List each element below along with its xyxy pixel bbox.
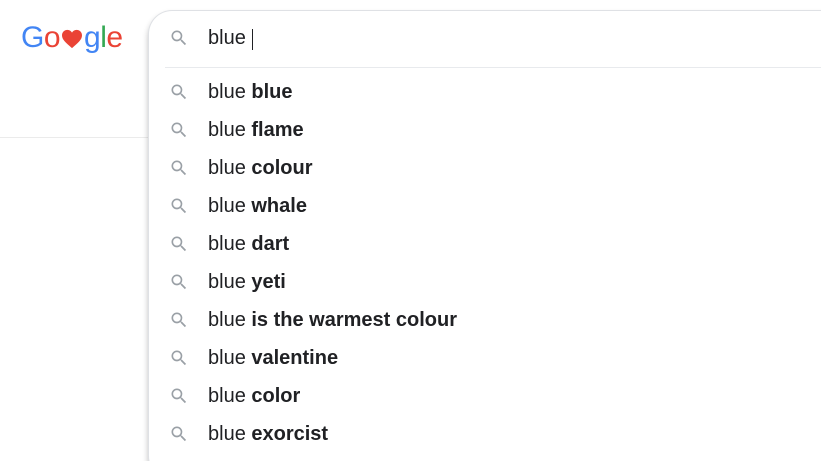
suggestion-prefix: blue: [208, 309, 246, 331]
suggestion-completion: valentine: [251, 347, 339, 369]
suggestion-item[interactable]: blue exorcist: [149, 415, 821, 453]
logo-letter-e: e: [106, 21, 123, 54]
search-icon: [169, 348, 189, 368]
suggestion-text: blue yeti: [208, 263, 286, 301]
header-divider: [0, 137, 150, 138]
suggestion-completion: yeti: [251, 271, 286, 293]
search-icon: [169, 120, 189, 140]
suggestion-completion: exorcist: [251, 423, 329, 445]
suggestion-completion: is the warmest colour: [251, 309, 457, 331]
suggestion-prefix: blue: [208, 81, 246, 103]
search-icon: [169, 82, 189, 102]
suggestion-prefix: blue: [208, 423, 246, 445]
suggestions-list: blue blue blue flame blue colour blue wh…: [149, 73, 821, 453]
suggestion-item[interactable]: blue dart: [149, 225, 821, 263]
suggestion-prefix: blue: [208, 233, 246, 255]
suggestion-item[interactable]: blue colour: [149, 149, 821, 187]
suggestion-completion: colour: [251, 157, 313, 179]
search-icon: [169, 196, 189, 216]
input-divider: [165, 67, 821, 68]
suggestion-prefix: blue: [208, 195, 246, 217]
search-input-row[interactable]: [149, 11, 821, 67]
suggestion-text: blue colour: [208, 149, 313, 187]
suggestion-completion: whale: [251, 195, 307, 217]
logo-letter-g2: g: [84, 21, 101, 54]
suggestion-text: blue color: [208, 377, 300, 415]
suggestion-prefix: blue: [208, 385, 246, 407]
search-icon: [169, 386, 189, 406]
suggestion-text: blue blue: [208, 73, 293, 111]
logo-letter-g: G: [21, 21, 44, 54]
suggestion-text: blue flame: [208, 111, 304, 149]
suggestion-item[interactable]: blue yeti: [149, 263, 821, 301]
logo-letter-o: o: [43, 21, 61, 54]
suggestion-item[interactable]: blue color: [149, 377, 821, 415]
suggestion-prefix: blue: [208, 271, 246, 293]
suggestion-text: blue dart: [208, 225, 289, 263]
suggestion-completion: dart: [251, 233, 290, 255]
suggestion-item[interactable]: blue flame: [149, 111, 821, 149]
search-input[interactable]: [208, 23, 768, 53]
heart-icon: [61, 18, 83, 58]
suggestion-text: blue is the warmest colour: [208, 301, 457, 339]
search-icon: [169, 234, 189, 254]
suggestion-text: blue whale: [208, 187, 307, 225]
suggestion-completion: blue: [251, 81, 293, 103]
google-search-page: Gogle blue blue blue flame blue colour: [0, 0, 821, 461]
suggestion-item[interactable]: blue whale: [149, 187, 821, 225]
suggestion-completion: flame: [251, 119, 304, 141]
google-doodle-logo[interactable]: Go gle: [21, 18, 123, 58]
search-box: blue blue blue flame blue colour blue wh…: [148, 10, 821, 461]
suggestion-item[interactable]: blue is the warmest colour: [149, 301, 821, 339]
search-icon: [169, 158, 189, 178]
suggestion-completion: color: [251, 385, 301, 407]
suggestion-text: blue valentine: [208, 339, 338, 377]
search-icon[interactable]: [169, 28, 189, 48]
search-icon: [169, 424, 189, 444]
search-icon: [169, 272, 189, 292]
suggestion-prefix: blue: [208, 119, 246, 141]
suggestion-text: blue exorcist: [208, 415, 328, 453]
suggestion-item[interactable]: blue valentine: [149, 339, 821, 377]
text-caret: [252, 29, 253, 50]
search-icon: [169, 310, 189, 330]
suggestion-prefix: blue: [208, 347, 246, 369]
suggestion-item[interactable]: blue blue: [149, 73, 821, 111]
suggestion-prefix: blue: [208, 157, 246, 179]
